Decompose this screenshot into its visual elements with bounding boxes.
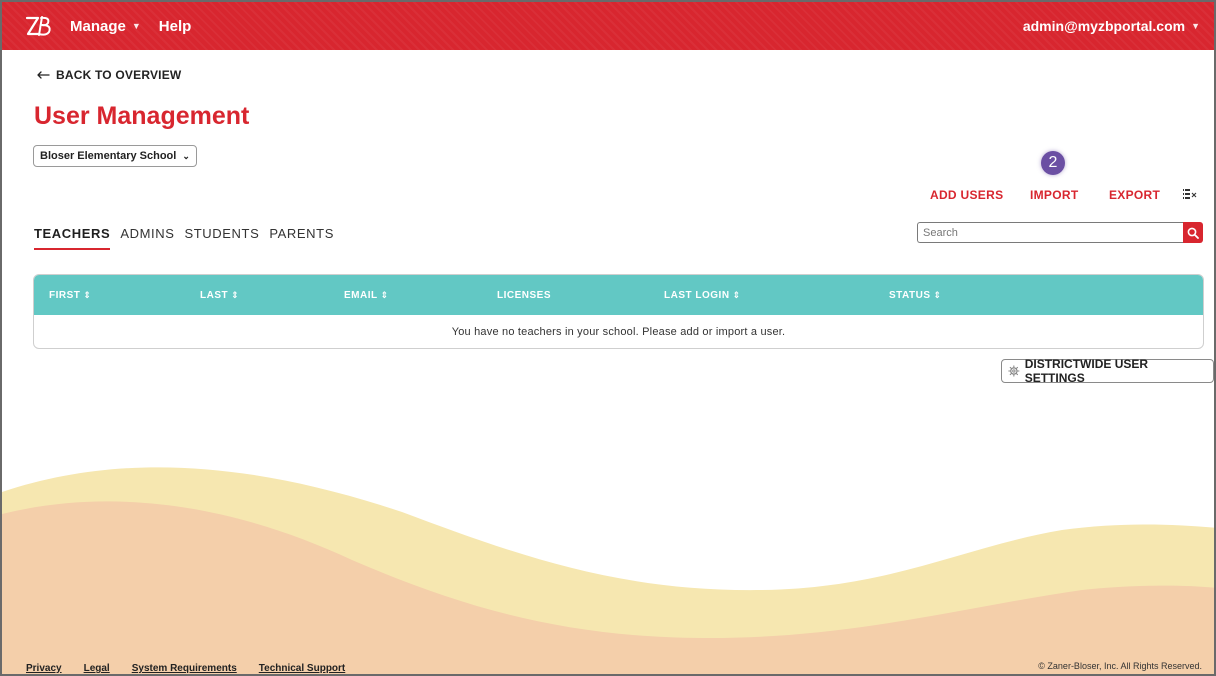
chevron-down-icon: ▼ [1191,21,1200,31]
school-select-value: Bloser Elementary School [40,150,177,162]
nav-manage-menu[interactable]: Manage ▼ [70,18,141,35]
page-title: User Management [34,102,250,130]
decorative-background-waves [2,467,1214,674]
nav-help-link[interactable]: Help [159,18,192,35]
table-header: FIRST ⇕ LAST ⇕ EMAIL ⇕ LICENSES LAST LOGIN ⇕… [34,275,1203,315]
add-users-button[interactable]: ADD USERS [930,188,1003,202]
user-actions: ADD USERS IMPORT EXPORT [2,188,1214,204]
user-type-tabs: TEACHERS ADMINS STUDENTS PARENTS [34,226,344,250]
step-badge: 2 [1041,151,1065,175]
search-bar [917,222,1203,243]
sort-icon: ⇕ [83,290,92,300]
districtwide-user-settings-button[interactable]: DISTRICTWIDE USER SETTINGS [1001,357,1214,385]
column-header-status[interactable]: STATUS ⇕ [889,290,942,301]
footer-link-privacy[interactable]: Privacy [26,663,62,674]
account-menu[interactable]: admin@myzbportal.com ▼ [1023,2,1200,50]
tab-admins[interactable]: ADMINS [120,226,174,250]
column-label: STATUS [889,290,931,301]
top-navigation-bar: Manage ▼ Help admin@myzbportal.com ▼ [2,2,1214,50]
tab-parents[interactable]: PARENTS [269,226,334,250]
footer-link-technical-support[interactable]: Technical Support [259,663,346,674]
back-link-label: BACK TO OVERVIEW [56,68,182,82]
column-label: LAST [200,290,229,301]
search-button[interactable] [1183,222,1203,243]
account-email: admin@myzbportal.com [1022,18,1186,34]
column-header-email[interactable]: EMAIL ⇕ [344,290,389,301]
search-input[interactable] [917,222,1183,243]
school-select[interactable]: Bloser Elementary School ⌄ [33,145,197,167]
copyright-text: © Zaner-Bloser, Inc. All Rights Reserved… [1038,661,1202,671]
sort-icon: ⇕ [380,290,389,300]
column-settings-icon[interactable] [1182,188,1198,200]
search-icon [1187,227,1199,239]
column-header-licenses: LICENSES [497,290,551,301]
tab-teachers[interactable]: TEACHERS [34,226,111,250]
back-to-overview-link[interactable]: BACK TO OVERVIEW [36,68,181,82]
export-button[interactable]: EXPORT [1109,188,1160,202]
users-table: FIRST ⇕ LAST ⇕ EMAIL ⇕ LICENSES LAST LOGIN ⇕… [33,274,1204,349]
chevron-down-icon: ⌄ [182,150,190,161]
column-label: FIRST [49,290,81,301]
footer-link-system-requirements[interactable]: System Requirements [132,663,237,674]
app-frame: Manage ▼ Help admin@myzbportal.com ▼ BAC… [0,0,1216,676]
empty-table-message: You have no teachers in your school. Ple… [451,326,786,338]
chevron-down-icon: ▼ [131,21,141,31]
sort-icon: ⇕ [933,290,942,300]
column-header-first[interactable]: FIRST ⇕ [49,290,91,301]
nav-manage-label: Manage [70,17,126,35]
column-header-last-login[interactable]: LAST LOGIN ⇕ [664,290,741,301]
sort-icon: ⇕ [732,290,741,300]
column-label: EMAIL [344,290,378,301]
column-label: LICENSES [497,290,552,301]
tab-students[interactable]: STUDENTS [184,226,259,250]
column-header-last[interactable]: LAST ⇕ [200,290,239,301]
districtwide-settings-label: DISTRICTWIDE USER SETTINGS [1024,357,1149,385]
footer-links: Privacy Legal System Requirements Techni… [26,663,345,674]
footer-link-legal[interactable]: Legal [84,663,110,674]
zb-logo-icon[interactable] [24,13,54,39]
gear-icon [1008,365,1020,377]
column-label: LAST LOGIN [664,290,730,301]
sort-icon: ⇕ [231,290,240,300]
arrow-left-icon [37,71,50,79]
import-button[interactable]: IMPORT [1030,188,1078,202]
